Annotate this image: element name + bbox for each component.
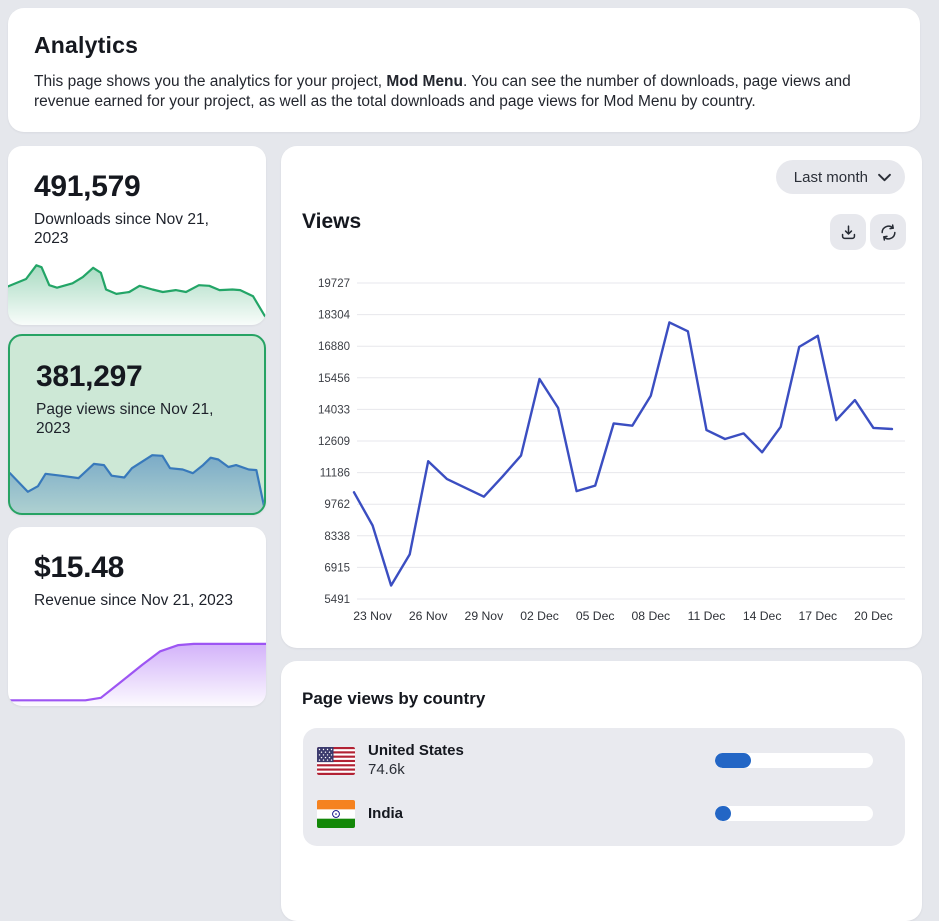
- country-list: United States 74.6k India: [303, 728, 905, 846]
- svg-text:16880: 16880: [318, 341, 350, 353]
- views-chart-title: Views: [302, 210, 361, 234]
- svg-text:17 Dec: 17 Dec: [798, 609, 837, 623]
- date-range-dropdown[interactable]: Last month: [776, 160, 905, 194]
- svg-text:8338: 8338: [324, 531, 350, 543]
- download-chart-button[interactable]: [830, 214, 866, 250]
- svg-text:19727: 19727: [318, 278, 350, 290]
- svg-text:9762: 9762: [324, 499, 350, 511]
- downloads-label: Downloads since Nov 21, 2023: [34, 210, 240, 249]
- svg-text:18304: 18304: [318, 310, 351, 322]
- revenue-sparkline-chart: [8, 634, 266, 706]
- views-line-chart: 19727 18304 16880 15456 14033 12609 11186 9762 8…: [297, 262, 909, 636]
- country-name: India: [368, 805, 403, 823]
- svg-text:08 Dec: 08 Dec: [632, 609, 671, 623]
- svg-text:29 Nov: 29 Nov: [465, 609, 505, 623]
- chevron-down-icon: [878, 173, 891, 182]
- country-name: United States: [368, 742, 464, 760]
- revenue-amount: $15.48: [34, 551, 240, 585]
- svg-text:15456: 15456: [318, 373, 350, 385]
- downloads-count: 491,579: [34, 170, 240, 204]
- analytics-header-card: Analytics This page shows you the analyt…: [8, 8, 920, 132]
- page-views-by-country-card: Page views by country: [281, 661, 922, 921]
- svg-text:26 Nov: 26 Nov: [409, 609, 449, 623]
- country-page-views-count: 74.6k: [368, 760, 464, 780]
- country-bar-track: [715, 806, 873, 821]
- svg-text:6915: 6915: [324, 562, 350, 574]
- revenue-stat-card[interactable]: $15.48 Revenue since Nov 21, 2023: [8, 527, 266, 706]
- country-row-india: India: [303, 787, 905, 840]
- page-description: This page shows you the analytics for yo…: [34, 72, 894, 113]
- date-range-label: Last month: [794, 169, 868, 186]
- svg-text:5491: 5491: [324, 594, 350, 606]
- download-icon: [839, 223, 858, 242]
- svg-text:12609: 12609: [318, 436, 350, 448]
- views-chart-card: Last month Views 19727 18304 16880 15456 140…: [281, 146, 922, 648]
- country-bar-track: [715, 753, 873, 768]
- project-name: Mod Menu: [386, 73, 463, 90]
- svg-text:23 Nov: 23 Nov: [353, 609, 393, 623]
- svg-text:20 Dec: 20 Dec: [854, 609, 893, 623]
- revenue-label: Revenue since Nov 21, 2023: [34, 591, 240, 610]
- page-views-label: Page views since Nov 21, 2023: [36, 400, 238, 439]
- page-views-stat-card-selected[interactable]: 381,297 Page views since Nov 21, 2023: [8, 334, 266, 515]
- svg-text:05 Dec: 05 Dec: [576, 609, 615, 623]
- united-states-flag-icon: [317, 747, 355, 775]
- country-section-title: Page views by country: [302, 689, 485, 709]
- svg-text:02 Dec: 02 Dec: [520, 609, 559, 623]
- svg-text:14 Dec: 14 Dec: [743, 609, 782, 623]
- refresh-icon: [879, 223, 898, 242]
- country-row-united-states: United States 74.6k: [303, 734, 905, 787]
- page-views-sparkline-chart: [10, 441, 264, 513]
- svg-text:14033: 14033: [318, 404, 350, 416]
- india-flag-icon: [317, 800, 355, 828]
- country-bar-fill: [715, 806, 731, 821]
- page-views-count: 381,297: [36, 360, 238, 394]
- country-bar-fill: [715, 753, 751, 768]
- page-description-pre: This page shows you the analytics for yo…: [34, 73, 386, 90]
- page-title: Analytics: [34, 32, 894, 59]
- refresh-chart-button[interactable]: [870, 214, 906, 250]
- downloads-stat-card[interactable]: 491,579 Downloads since Nov 21, 2023: [8, 146, 266, 325]
- downloads-sparkline-chart: [8, 253, 266, 325]
- svg-text:11 Dec: 11 Dec: [688, 609, 726, 623]
- svg-text:11186: 11186: [320, 468, 350, 480]
